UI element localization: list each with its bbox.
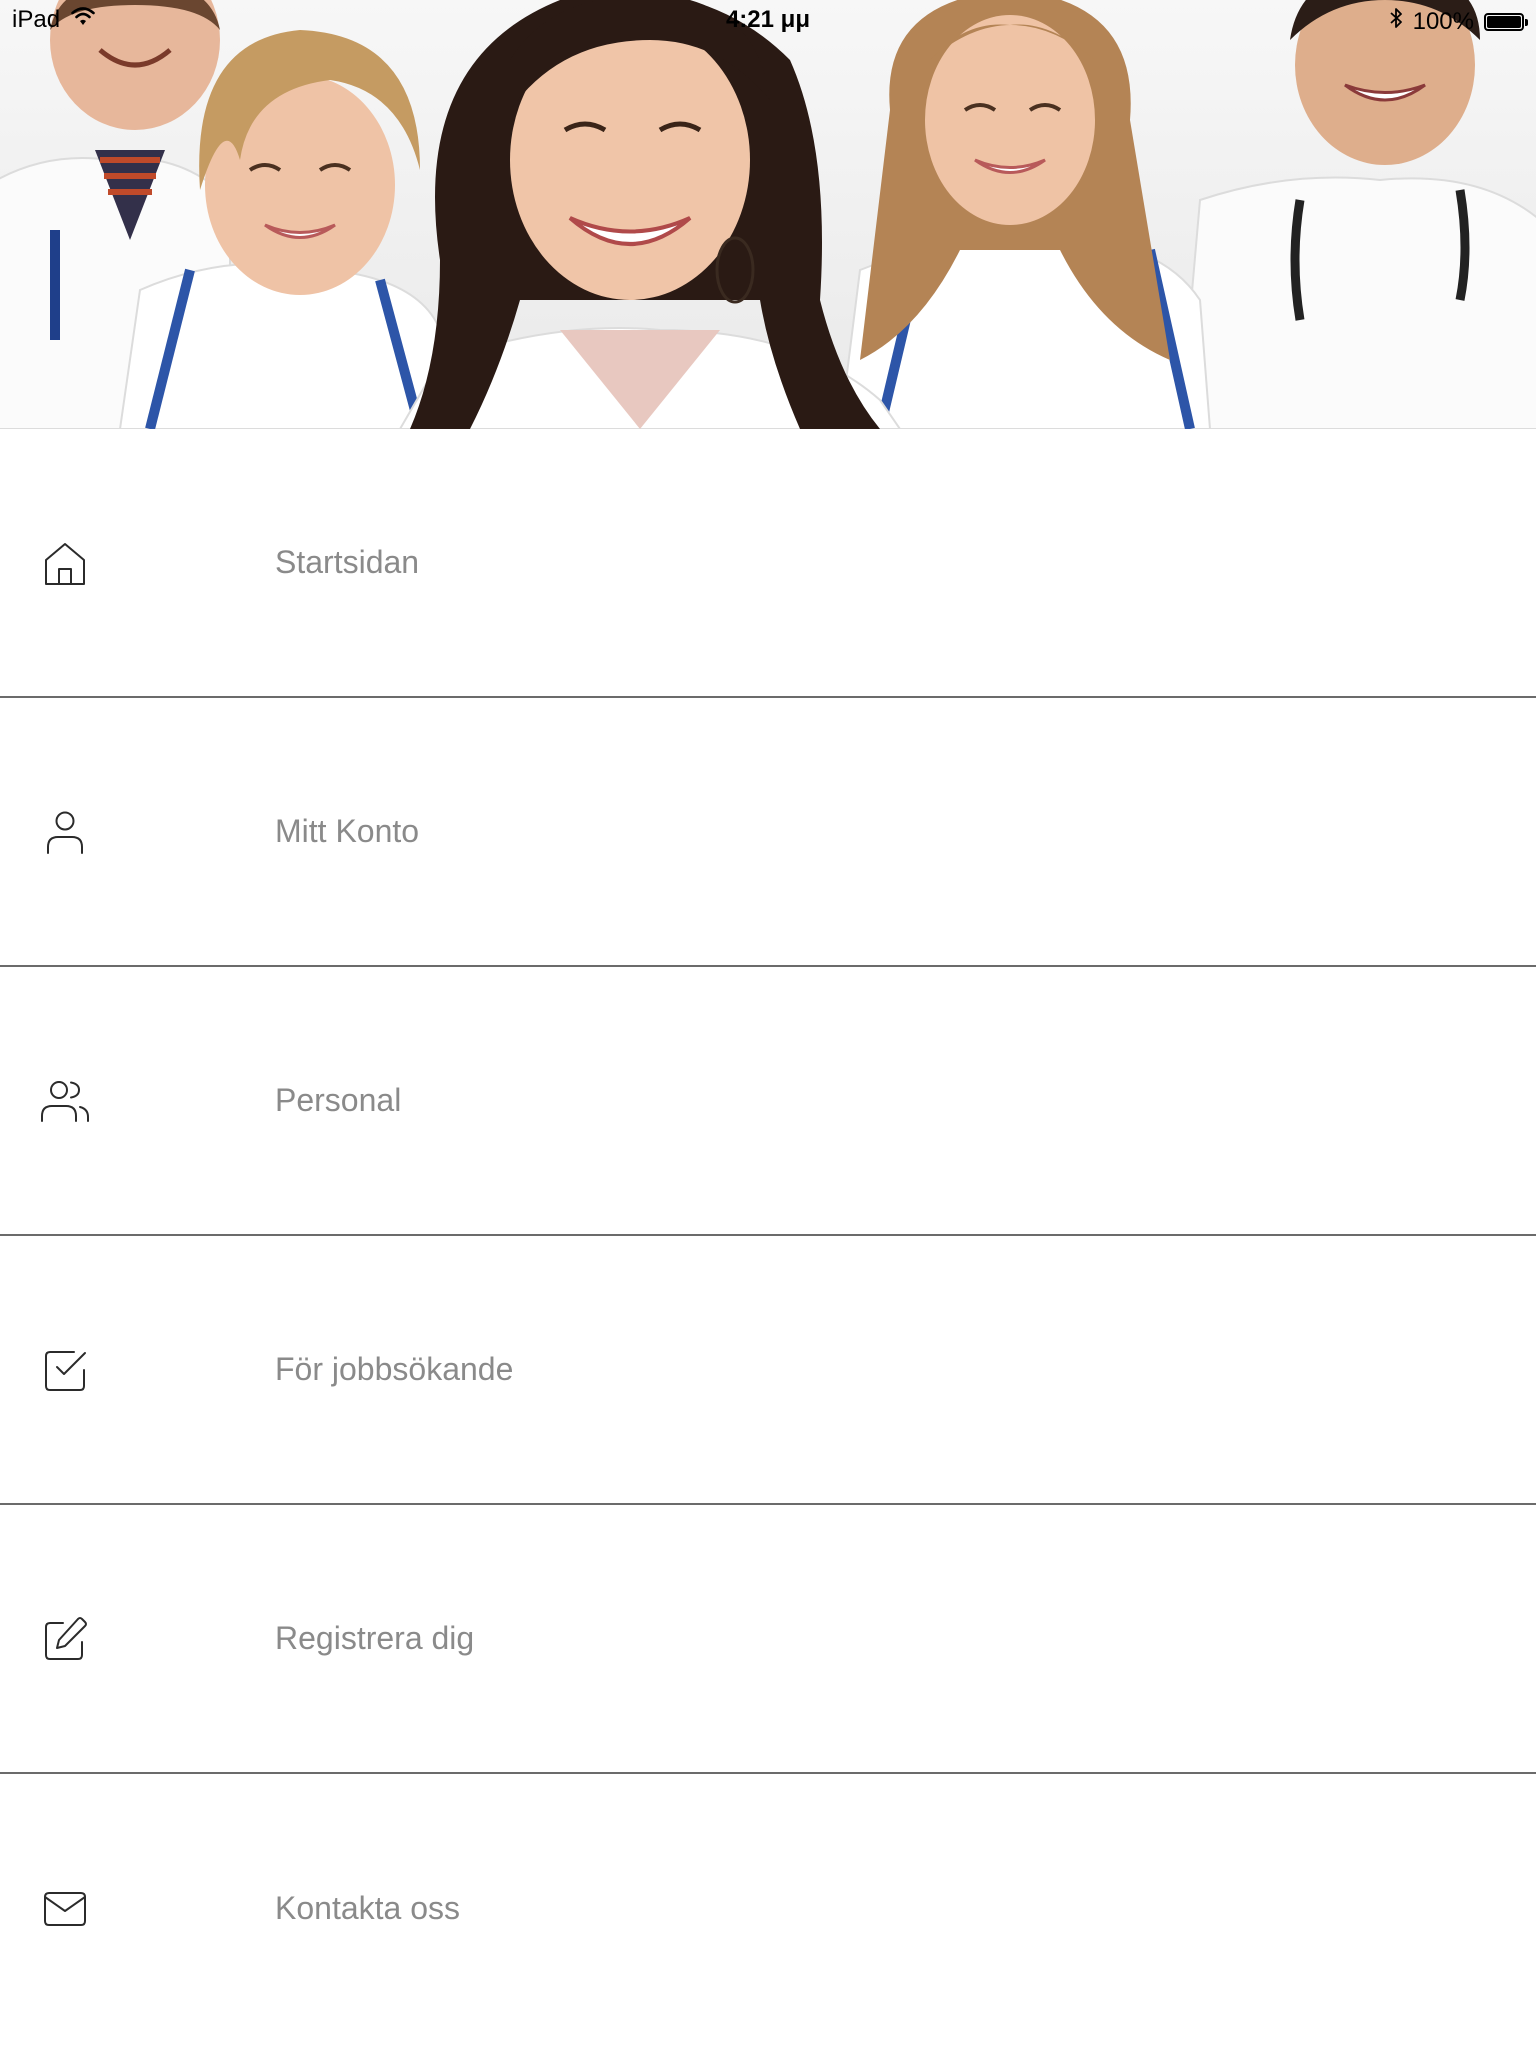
battery-icon <box>1484 12 1528 31</box>
side-menu: Startsidan Mitt Konto Personal För jobbs… <box>0 429 1536 2048</box>
menu-item-label: För jobbsökande <box>275 1351 514 1387</box>
hero-photo <box>0 0 1536 429</box>
check-square-icon <box>40 1345 90 1395</box>
home-icon <box>40 538 90 588</box>
menu-item-label: Mitt Konto <box>275 813 420 849</box>
status-right: 100% <box>1389 6 1528 37</box>
status-time: 4:21 μμ <box>725 6 811 33</box>
app-screen: iPad 4:21 μμ 100% Startsidan Mitt Konto … <box>0 0 1536 2048</box>
menu-item-label: Kontakta oss <box>275 1890 460 1926</box>
menu-item-kontakta-oss[interactable]: Kontakta oss <box>0 1774 1536 2043</box>
bluetooth-icon <box>1389 6 1403 37</box>
edit-icon <box>40 1614 90 1664</box>
menu-item-startsidan[interactable]: Startsidan <box>0 429 1536 698</box>
mail-icon <box>40 1884 90 1934</box>
users-icon <box>40 1076 90 1126</box>
menu-item-label: Registrera dig <box>275 1620 475 1656</box>
hero-illustration <box>0 0 1536 429</box>
menu-item-for-jobbsokande[interactable]: För jobbsökande <box>0 1236 1536 1505</box>
status-bar: iPad 4:21 μμ 100% <box>0 0 1536 40</box>
battery-level <box>1487 15 1521 28</box>
menu-item-personal[interactable]: Personal <box>0 967 1536 1236</box>
menu-item-label: Personal <box>275 1082 402 1118</box>
menu-item-registrera-dig[interactable]: Registrera dig <box>0 1505 1536 1774</box>
menu-item-mitt-konto[interactable]: Mitt Konto <box>0 698 1536 967</box>
battery-percent: 100% <box>1412 7 1474 35</box>
menu-item-label: Startsidan <box>275 544 420 580</box>
user-icon <box>40 807 90 857</box>
